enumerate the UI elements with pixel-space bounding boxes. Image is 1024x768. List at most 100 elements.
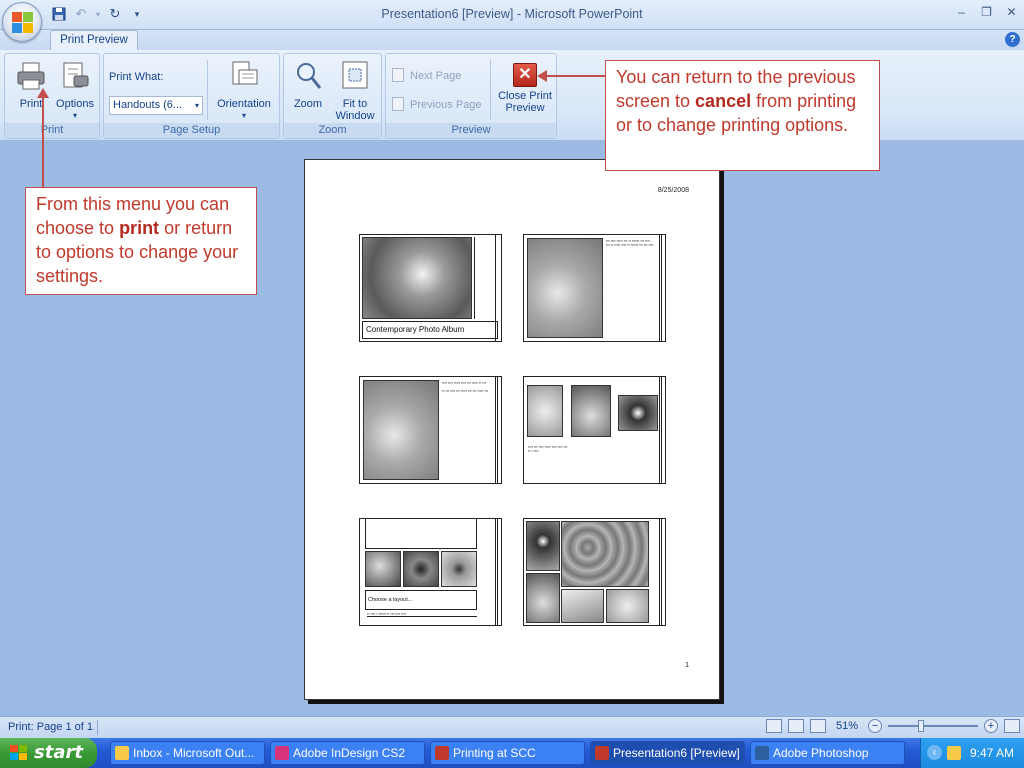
slide-caption: Choose a layout... — [365, 590, 477, 610]
slide-border — [659, 235, 665, 341]
indesign-icon — [275, 746, 289, 760]
windows-flag-icon — [10, 745, 28, 761]
print-what-label: Print What: — [109, 71, 164, 83]
print-what-value: Handouts (6... — [113, 99, 183, 111]
help-icon[interactable]: ? — [1005, 32, 1020, 47]
fit-slide-icon[interactable] — [1004, 719, 1020, 733]
glassware-image — [606, 589, 649, 623]
restore-icon[interactable]: ❐ — [974, 3, 999, 21]
callout-bold-text: cancel — [695, 91, 752, 111]
slide-sorter-icon[interactable] — [787, 719, 804, 733]
status-bar: Print: Page 1 of 1 51% − + — [0, 716, 1024, 738]
flowers-image — [561, 521, 649, 587]
mortar-image — [526, 573, 560, 623]
disc-image — [618, 395, 658, 431]
divider — [97, 720, 98, 735]
clock: 9:47 AM — [969, 746, 1014, 760]
start-button[interactable]: start — [0, 738, 97, 768]
previous-page-button[interactable]: Previous Page — [392, 97, 482, 111]
fit-to-window-button[interactable]: Fit to Window — [330, 60, 380, 122]
callout-arrow — [546, 75, 606, 77]
mortar-image — [571, 385, 611, 437]
chevron-down-icon: ▾ — [194, 101, 199, 110]
zoom-button[interactable]: Zoom — [288, 60, 328, 110]
tab-print-preview[interactable]: Print Preview — [50, 30, 138, 51]
taskbar-item-presentation6[interactable]: Presentation6 [Preview] — [590, 741, 745, 765]
taskbar-item-photoshop[interactable]: Adobe Photoshop — [750, 741, 905, 765]
arrow-head-icon — [37, 88, 49, 98]
slide-border — [495, 235, 501, 341]
zoom-level[interactable]: 51% — [836, 720, 858, 732]
preview-group: Next Page Previous Page ✕ Close Print Pr… — [385, 53, 557, 139]
preview-group-label: Preview — [386, 123, 556, 138]
slide-body-text: ▪▪▪▪ ▪▪▪▪ ▪▪▪▪▪ ▪▪▪▪ ▪▪▪ ▪▪▪▪▪ ▪▪ ▪▪▪ ▪▪ … — [442, 381, 489, 393]
outlook-tray-icon[interactable] — [947, 746, 961, 760]
taskbar-item-printing-at-scc[interactable]: Printing at SCC — [430, 741, 585, 765]
slide-border — [661, 519, 662, 625]
slide-caption: Contemporary Photo Album — [362, 321, 498, 339]
callout-bold-text: print — [119, 218, 160, 238]
print-button[interactable]: Print — [11, 60, 51, 110]
task-label: Adobe InDesign CS2 — [293, 746, 406, 760]
slide-thumbnail — [523, 518, 666, 626]
window-controls: – ❐ ✕ — [949, 3, 1024, 21]
close-icon[interactable]: ✕ — [999, 3, 1024, 21]
chevron-left-icon[interactable]: ‹ — [927, 745, 942, 760]
slide-border — [497, 519, 498, 625]
zoom-in-icon[interactable]: + — [984, 719, 998, 733]
magnifier-icon — [297, 63, 322, 89]
slide-border — [497, 377, 498, 483]
task-label: Printing at SCC — [453, 746, 536, 760]
taskbar: start Inbox - Microsoft Out... Adobe InD… — [0, 738, 1024, 768]
arrow-head-icon — [537, 70, 547, 82]
slide-thumbnail: Choose a layout... ▪▪ ▪▪▪▪ ▪ ▪▪▪▪▪▪ ▪▪ ▪… — [359, 518, 502, 626]
slide-border — [495, 377, 501, 483]
disc-image — [441, 551, 477, 587]
divider — [207, 60, 208, 120]
slide-border — [661, 235, 662, 341]
zoom-group: Zoom Fit to Window Zoom — [283, 53, 382, 139]
page-number: 1 — [685, 662, 689, 669]
slide-body-text: ▪▪▪▪ ▪▪▪ ▪▪▪▪ ▪▪▪▪▪ ▪▪▪▪ ▪▪▪▪ ▪▪▪ ▪▪ ▪ ▪… — [528, 445, 568, 453]
orientation-dropdown-icon: ▾ — [241, 111, 246, 120]
slide-border — [661, 377, 662, 483]
flower-image — [403, 551, 439, 587]
zoom-out-icon[interactable]: − — [868, 719, 882, 733]
next-page-button[interactable]: Next Page — [392, 68, 461, 82]
slide-thumbnail: Contemporary Photo Album — [359, 234, 502, 342]
slide-border — [659, 377, 665, 483]
callout-arrow — [42, 96, 44, 188]
next-page-icon — [392, 68, 404, 82]
slide-thumbnail: ▪▪▪▪ ▪▪▪ ▪▪▪▪ ▪▪▪▪▪ ▪▪▪▪ ▪▪▪▪ ▪▪▪ ▪▪ ▪ ▪… — [523, 376, 666, 484]
print-what-select[interactable]: Handouts (6... ▾ — [109, 96, 203, 115]
office-logo-icon — [12, 12, 34, 34]
print-group: Print Options ▾ Print — [4, 53, 100, 139]
print-group-label: Print — [5, 123, 99, 138]
window-title: Presentation6 [Preview] - Microsoft Powe… — [381, 7, 643, 21]
start-label: start — [34, 742, 83, 763]
normal-view-icon[interactable] — [765, 719, 782, 733]
slide-show-icon[interactable] — [809, 719, 826, 733]
preview-page: 8/25/2008 Contemporary Photo Album ▪▪▪ ▪… — [304, 159, 720, 700]
powerpoint-icon — [595, 746, 609, 760]
office-button[interactable] — [2, 2, 42, 42]
page-setup-group: Print What: Handouts (6... ▾ Orientation… — [103, 53, 280, 139]
glassware-image — [527, 385, 563, 437]
taskbar-item-indesign[interactable]: Adobe InDesign CS2 — [270, 741, 425, 765]
options-dropdown-icon: ▾ — [72, 111, 77, 120]
task-label: Inbox - Microsoft Out... — [133, 746, 255, 760]
zoom-slider[interactable] — [888, 720, 978, 732]
powerpoint-icon — [435, 746, 449, 760]
zoom-slider-thumb[interactable] — [918, 720, 924, 732]
taskbar-item-outlook[interactable]: Inbox - Microsoft Out... — [110, 741, 265, 765]
title-bar: ↶ ▾ ↻ ▾ Presentation6 [Preview] - Micros… — [0, 0, 1024, 30]
minimize-icon[interactable]: – — [949, 3, 974, 21]
slide-thumbnail: ▪▪▪ ▪▪▪▪ ▪▪▪▪▪ ▪▪▪ ▪▪ ▪▪▪▪▪▪ ▪▪▪ ▪▪▪▪ ▪▪… — [523, 234, 666, 342]
options-button[interactable]: Options ▾ — [53, 60, 97, 122]
orientation-button[interactable]: Orientation ▾ — [211, 60, 277, 122]
slide-border — [495, 519, 501, 625]
status-controls: 51% − + — [765, 719, 1020, 733]
ribbon-tab-row: Print Preview ? — [0, 30, 1024, 51]
tools-image — [561, 589, 604, 623]
task-label: Presentation6 [Preview] — [613, 746, 740, 760]
